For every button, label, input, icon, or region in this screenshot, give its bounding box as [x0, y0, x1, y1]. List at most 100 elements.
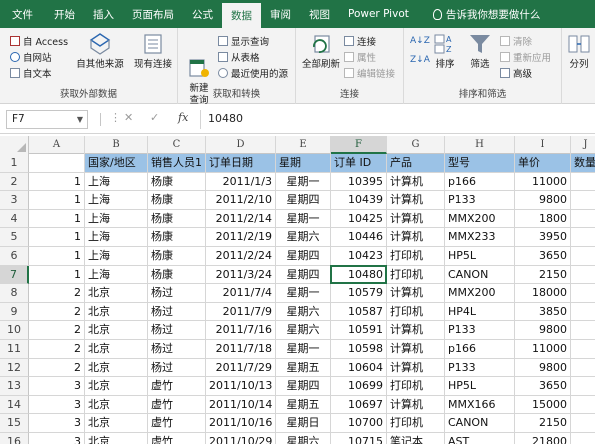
filter-button[interactable]: 筛选 [464, 32, 496, 71]
column-header-c[interactable]: C [148, 136, 206, 154]
cell[interactable]: 10480 [331, 265, 387, 285]
cell[interactable] [571, 173, 595, 192]
cell[interactable]: 星期一 [276, 172, 331, 192]
cell[interactable]: 计算机 [387, 209, 445, 229]
cell[interactable]: 2150 [515, 414, 571, 433]
cell[interactable]: 21800 [515, 433, 571, 444]
cell[interactable]: 2150 [515, 265, 571, 285]
header-cell-i[interactable]: 单价 [515, 154, 571, 173]
cell[interactable]: 1 [29, 247, 85, 266]
cell[interactable]: 3 [29, 433, 85, 444]
from-web-button[interactable]: 自网站 [10, 50, 52, 64]
cell[interactable]: 3 [29, 414, 85, 433]
header-cell-g[interactable]: 产品 [387, 154, 445, 173]
cell[interactable]: 10439 [331, 191, 387, 210]
row-header[interactable]: 7 [0, 265, 29, 285]
cell[interactable]: 1 [29, 209, 85, 229]
cell[interactable]: 杨过 [148, 340, 206, 359]
header-cell-b[interactable]: 国家/地区 [85, 154, 148, 173]
cell[interactable]: 计算机 [387, 340, 445, 359]
cell[interactable]: 10395 [331, 172, 387, 192]
cell[interactable]: 上海 [85, 265, 148, 285]
cell[interactable]: 星期四 [276, 247, 331, 266]
chevron-down-icon[interactable]: ▼ [77, 111, 83, 128]
header-cell-h[interactable]: 型号 [445, 154, 515, 173]
cell[interactable]: 1 [29, 191, 85, 210]
cell[interactable]: 星期一 [276, 209, 331, 229]
row-header[interactable]: 10 [0, 321, 29, 340]
row-header[interactable]: 12 [0, 358, 29, 378]
cell[interactable]: 2011/10/29 [206, 433, 276, 444]
cell[interactable]: 星期六 [276, 321, 331, 340]
tab-file[interactable]: 文件 [0, 0, 45, 28]
cell[interactable]: 杨康 [148, 247, 206, 266]
tab-insert[interactable]: 插入 [84, 0, 123, 28]
cell[interactable] [571, 433, 595, 444]
cell[interactable]: 北京 [85, 340, 148, 359]
cell[interactable]: 10579 [331, 284, 387, 303]
cell[interactable]: 2011/10/16 [206, 414, 276, 433]
cell[interactable]: 2011/10/14 [206, 395, 276, 415]
connections-button[interactable]: 连接 [344, 34, 376, 48]
cell[interactable]: 2 [29, 321, 85, 340]
cell[interactable]: 10587 [331, 302, 387, 322]
cell[interactable]: 1 [29, 228, 85, 247]
cell[interactable]: 3 [29, 395, 85, 415]
row-header[interactable]: 9 [0, 302, 29, 322]
cell[interactable] [571, 210, 595, 229]
cell[interactable]: CANON [445, 414, 515, 433]
row-header[interactable]: 1 [0, 154, 29, 173]
cell[interactable] [571, 266, 595, 285]
cell[interactable]: 9800 [515, 358, 571, 378]
cell[interactable] [571, 340, 595, 359]
cell[interactable]: 2011/7/16 [206, 321, 276, 340]
reapply-button[interactable]: 重新应用 [500, 50, 551, 64]
column-header-e[interactable]: E [276, 136, 331, 154]
cell[interactable]: 星期六 [276, 228, 331, 247]
cell[interactable]: 10446 [331, 228, 387, 247]
name-box[interactable]: F7 ▼ [6, 110, 88, 129]
tab-review[interactable]: 审阅 [261, 0, 300, 28]
cell[interactable]: 北京 [85, 284, 148, 303]
row-header[interactable]: 3 [0, 191, 29, 210]
cell[interactable] [571, 228, 595, 247]
cell[interactable]: 2011/1/3 [206, 172, 276, 192]
cell[interactable]: 星期一 [276, 340, 331, 359]
cell[interactable]: 10697 [331, 395, 387, 415]
refresh-all-button[interactable]: 全部刷新 [298, 32, 344, 71]
cell[interactable]: 1 [29, 172, 85, 192]
cell[interactable]: 3 [29, 377, 85, 396]
cell[interactable]: 11000 [515, 340, 571, 359]
tab-power-pivot[interactable]: Power Pivot [339, 0, 418, 28]
cell[interactable]: MMX200 [445, 284, 515, 303]
cell[interactable]: 北京 [85, 395, 148, 415]
cell[interactable]: 3650 [515, 377, 571, 396]
cell[interactable]: 星期四 [276, 191, 331, 210]
row-header[interactable]: 16 [0, 433, 29, 444]
cell[interactable]: 杨康 [148, 172, 206, 192]
column-header-d[interactable]: D [206, 136, 276, 154]
cell[interactable]: CANON [445, 265, 515, 285]
cell[interactable]: 10598 [331, 340, 387, 359]
cell[interactable]: 2 [29, 302, 85, 322]
column-header-j[interactable]: J [571, 136, 595, 154]
cell[interactable]: 9800 [515, 321, 571, 340]
column-header-b[interactable]: B [85, 136, 148, 154]
header-cell-a[interactable] [29, 154, 85, 173]
more-options-icon[interactable]: ⋮ [110, 111, 121, 124]
row-header[interactable]: 14 [0, 395, 29, 415]
cell[interactable]: 2011/7/18 [206, 340, 276, 359]
from-other-sources-button[interactable]: 自其他来源 [74, 32, 126, 71]
cell[interactable]: 计算机 [387, 321, 445, 340]
cell[interactable]: 杨康 [148, 191, 206, 210]
row-header[interactable]: 2 [0, 172, 29, 192]
row-header[interactable]: 15 [0, 414, 29, 433]
cell[interactable]: 2 [29, 358, 85, 378]
cell[interactable]: 杨康 [148, 265, 206, 285]
cell[interactable]: 杨过 [148, 284, 206, 303]
sort-az-button[interactable]: A↓Z Z↓A [410, 36, 430, 66]
cell[interactable] [571, 321, 595, 340]
cell[interactable]: MMX166 [445, 395, 515, 415]
cell[interactable] [571, 303, 595, 322]
worksheet-grid[interactable]: ABCDEFGHIJ 1 国家/地区 销售人员1 订单日期 星期 订单 ID 产品 型号 单价数… [0, 136, 595, 444]
